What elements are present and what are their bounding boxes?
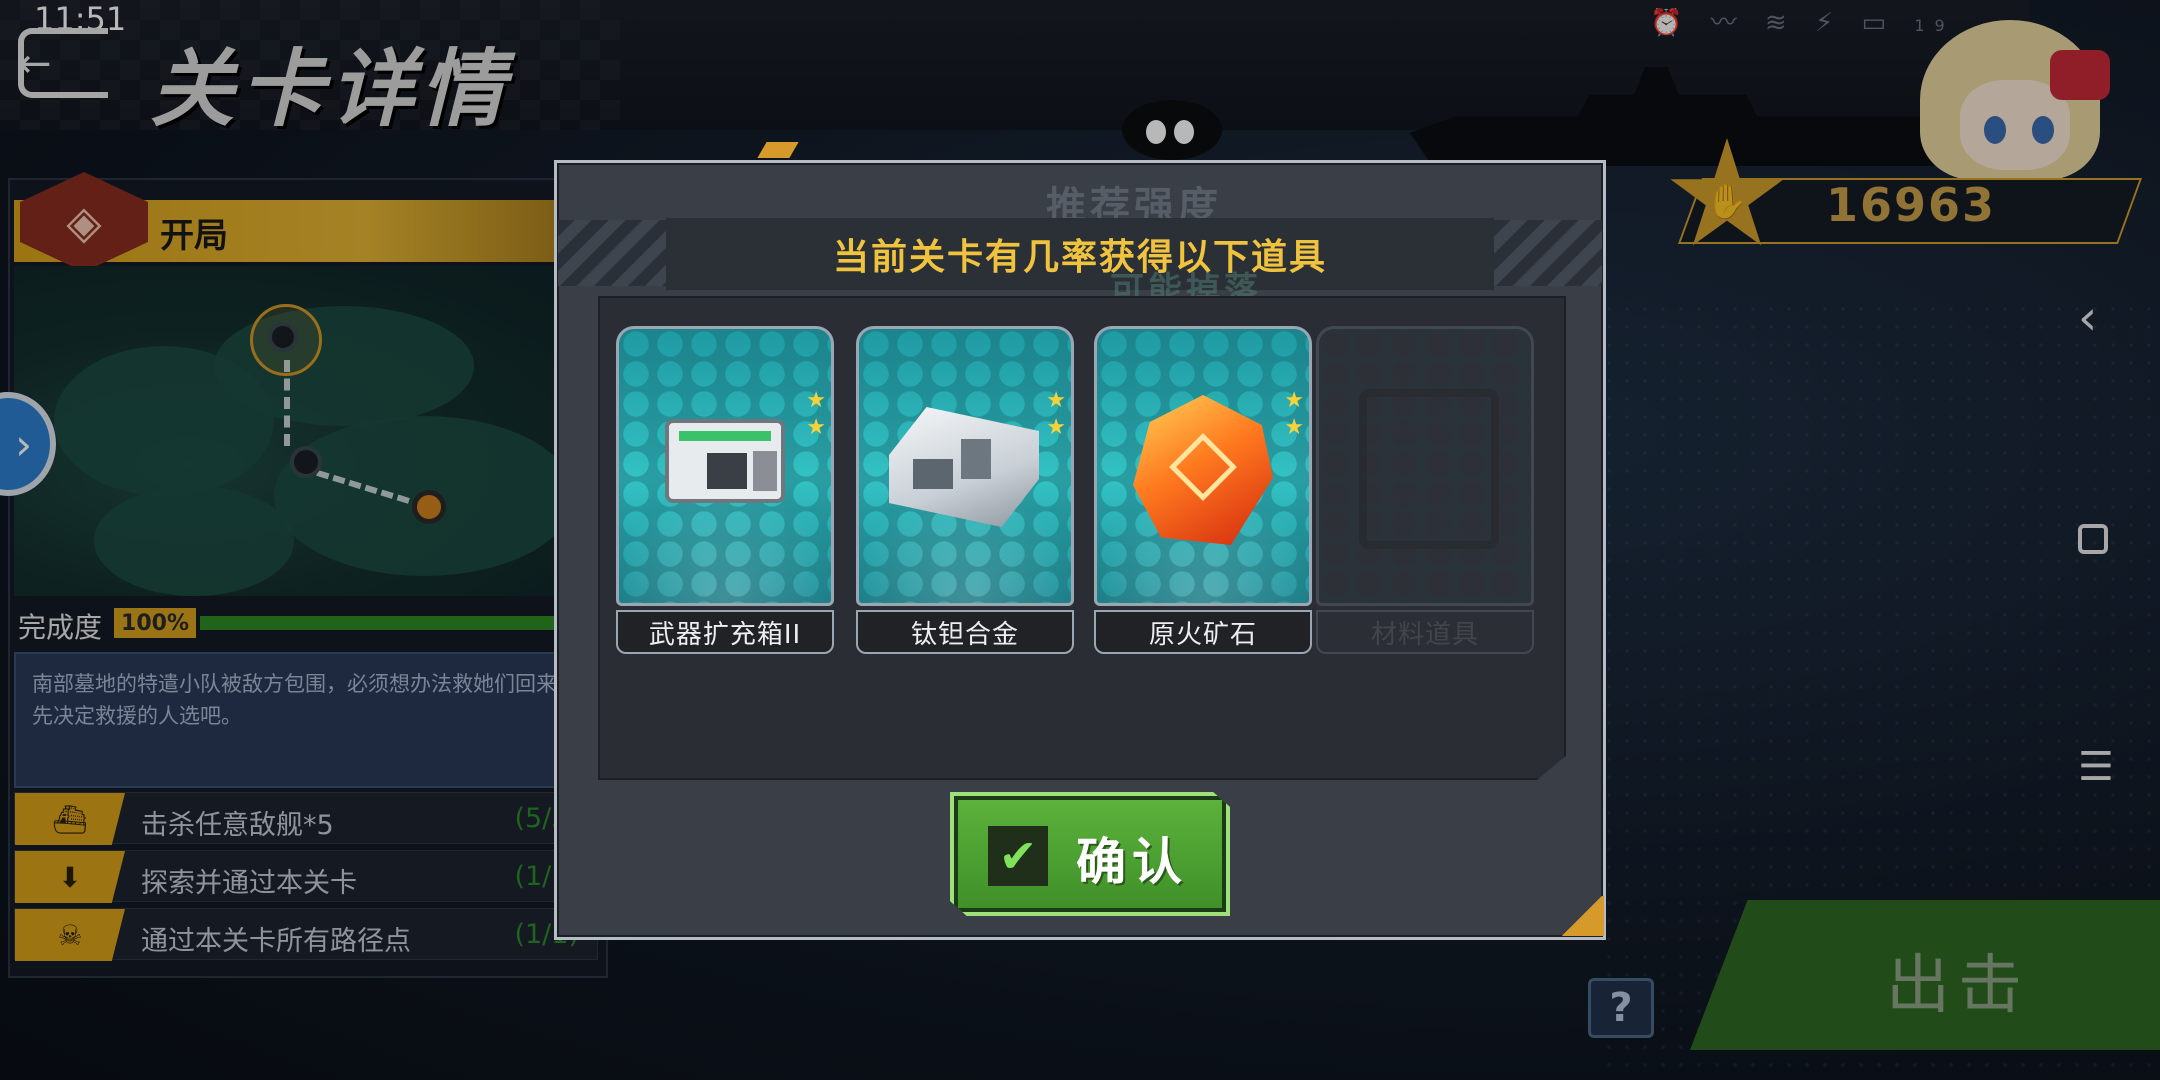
metal-bar-icon — [889, 407, 1039, 527]
star-icon: ★ — [806, 388, 826, 413]
item-stars: ★ ★ — [1046, 388, 1066, 440]
item-stars: ★ ★ — [1284, 388, 1304, 440]
star-icon: ★ — [1046, 415, 1066, 440]
star-icon: ★ — [806, 415, 826, 440]
item-name: 武器扩充箱II — [616, 610, 834, 654]
confirm-label: 确认 — [1076, 833, 1188, 891]
material-icon — [1359, 389, 1499, 549]
drop-item[interactable]: ★ ★ 钛钽合金 — [856, 326, 1074, 658]
item-name: 材料道具 — [1316, 610, 1534, 654]
weapon-crate-icon — [665, 419, 785, 503]
drop-item[interactable]: ★ ★ 武器扩充箱II — [616, 326, 834, 658]
fire-ore-icon — [1133, 395, 1273, 545]
dialog-stripe — [558, 220, 666, 286]
dialog-corner-accent — [1560, 896, 1604, 936]
item-card — [1316, 326, 1534, 606]
drop-item[interactable]: ★ ★ 原火矿石 — [1094, 326, 1312, 658]
item-name: 原火矿石 — [1094, 610, 1312, 654]
dialog-title: 当前关卡有几率获得以下道具 — [832, 237, 1327, 278]
drop-item-faded: 材料道具 — [1316, 326, 1534, 658]
checkmark-icon: ✔ — [988, 826, 1048, 886]
star-icon: ★ — [1284, 388, 1304, 413]
star-icon: ★ — [1046, 388, 1066, 413]
star-icon: ★ — [1284, 415, 1304, 440]
item-card — [1094, 326, 1312, 606]
item-stars: ★ ★ — [806, 388, 826, 440]
item-card — [616, 326, 834, 606]
item-card — [856, 326, 1074, 606]
item-name: 钛钽合金 — [856, 610, 1074, 654]
